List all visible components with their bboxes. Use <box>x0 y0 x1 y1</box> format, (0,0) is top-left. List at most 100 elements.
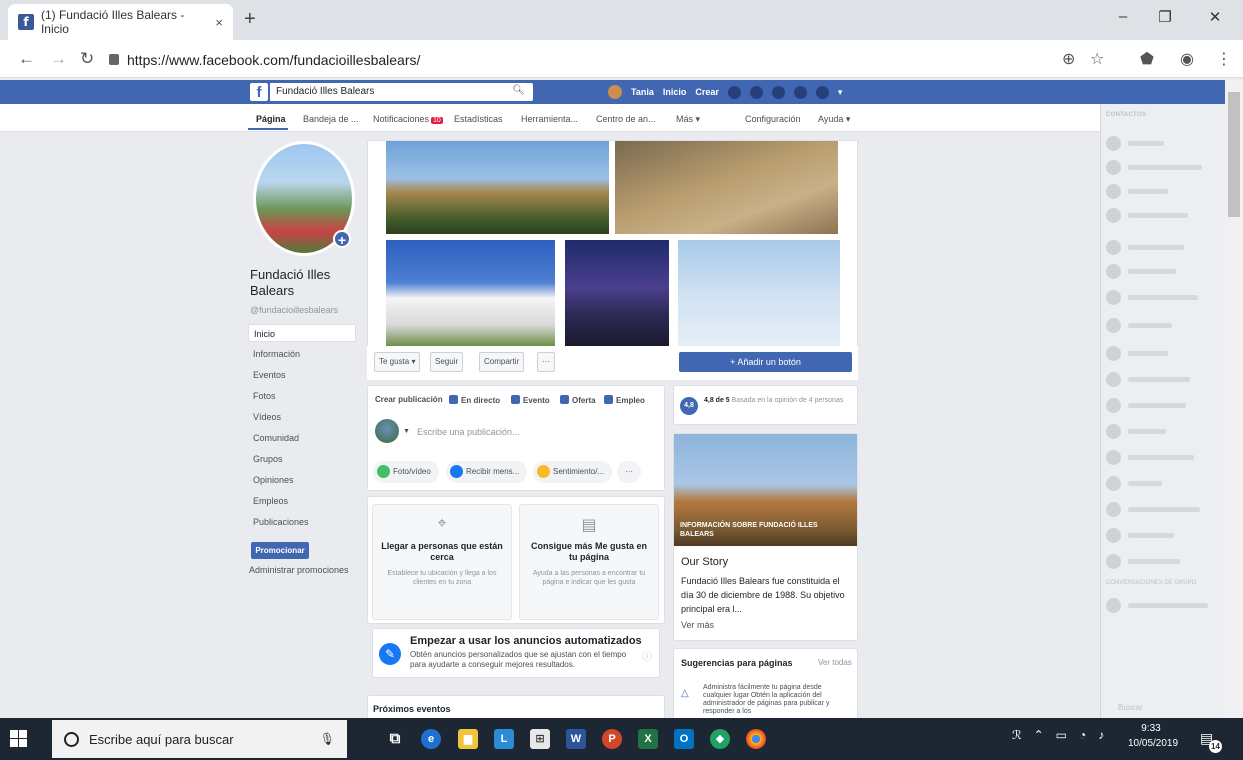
photo-video-button[interactable]: Foto/vídeo <box>373 461 439 483</box>
chat-contact[interactable] <box>1106 424 1216 440</box>
composer-more-button[interactable]: ··· <box>617 461 641 483</box>
quick-help-icon[interactable] <box>793 85 807 99</box>
home-link[interactable]: Inicio <box>663 87 687 97</box>
events-title[interactable]: Próximos eventos <box>373 704 451 714</box>
store-icon[interactable]: ⊞ <box>530 729 550 749</box>
chat-contact[interactable] <box>1106 476 1216 492</box>
user-avatar[interactable] <box>608 85 622 99</box>
tab-close-icon[interactable]: × <box>215 15 223 30</box>
chat-contact[interactable] <box>1106 398 1216 414</box>
chat-group[interactable] <box>1106 598 1216 614</box>
chat-contact[interactable] <box>1106 318 1216 334</box>
left-nav-opiniones[interactable]: Opiniones <box>248 471 356 489</box>
promote-button[interactable]: Promocionar <box>251 542 309 559</box>
subnav-inbox[interactable]: Bandeja de ... <box>303 114 359 124</box>
window-minimize-button[interactable]: – <box>1108 8 1138 25</box>
app-green-icon[interactable]: ◆ <box>710 729 730 749</box>
search-icon[interactable]: 🔍︎ <box>512 85 525 96</box>
see-more-link[interactable]: Ver más <box>681 620 714 630</box>
edge-icon[interactable]: e <box>421 729 441 749</box>
chevron-down-icon[interactable]: ▾ <box>838 87 843 98</box>
subnav-notifications[interactable]: Notificaciones 10 <box>373 114 443 124</box>
wifi-icon[interactable]: ◔ <box>1079 728 1086 742</box>
photo-castle-tower[interactable] <box>386 141 609 234</box>
facebook-search-input[interactable]: Fundació Illes Balears 🔍︎ <box>270 83 533 101</box>
chat-contact[interactable] <box>1106 160 1216 176</box>
help-icon[interactable] <box>815 85 829 99</box>
star-icon[interactable]: ☆ <box>1090 49 1104 69</box>
subnav-statistics[interactable]: Estadísticas <box>454 114 503 124</box>
zoom-icon[interactable]: ⊕ <box>1062 49 1075 69</box>
powerpoint-icon[interactable]: P <box>602 729 622 749</box>
account-icon[interactable]: ◉ <box>1180 49 1194 69</box>
photo-night-column[interactable] <box>565 240 669 346</box>
left-nav-empleos[interactable]: Empleos <box>248 492 356 510</box>
window-close-button[interactable]: ✕ <box>1200 8 1230 26</box>
left-nav-grupos[interactable]: Grupos <box>248 450 356 468</box>
manage-promotions-link[interactable]: Administrar promociones <box>249 565 349 575</box>
chat-contact[interactable] <box>1106 264 1216 280</box>
post-input[interactable]: Escribe una publicación... <box>417 427 520 437</box>
chat-contact[interactable] <box>1106 136 1216 152</box>
follow-button[interactable]: Seguir <box>430 352 464 372</box>
volume-icon[interactable]: ♪ <box>1098 728 1104 742</box>
windows-start-icon[interactable] <box>10 730 27 747</box>
outlook-icon[interactable]: O <box>674 729 694 749</box>
chat-contact[interactable] <box>1106 208 1216 224</box>
left-nav-fotos[interactable]: Fotos <box>248 387 356 405</box>
info-icon[interactable]: ⓘ <box>642 648 652 663</box>
chevron-up-icon[interactable]: ⌃ <box>1034 728 1044 742</box>
left-nav-comunidad[interactable]: Comunidad <box>248 429 356 447</box>
composer-tab-create-post[interactable]: Crear publicación <box>375 395 443 404</box>
photo-windmill[interactable] <box>678 240 840 346</box>
share-button[interactable]: Compartir <box>479 352 525 372</box>
promo-card-likes[interactable]: ▤ Consigue más Me gusta en tu página Ayu… <box>519 504 659 620</box>
facebook-logo-icon[interactable]: f <box>250 83 268 101</box>
messenger-icon[interactable] <box>749 85 763 99</box>
file-explorer-icon[interactable]: ▆ <box>458 729 478 749</box>
people-icon[interactable]: ℛ <box>1012 728 1022 742</box>
page-title[interactable]: Fundació Illes Balears <box>250 267 360 299</box>
left-nav-informacion[interactable]: Información <box>248 345 356 363</box>
chat-contact[interactable] <box>1106 184 1216 200</box>
subnav-more[interactable]: Más ▾ <box>676 114 700 125</box>
reload-icon[interactable]: ↻ <box>80 49 94 69</box>
window-restore-button[interactable]: ❐ <box>1150 8 1180 26</box>
promo-card-local[interactable]: ⌖ Llegar a personas que están cerca Esta… <box>372 504 512 620</box>
subnav-pagina[interactable]: Página <box>256 114 286 124</box>
photo-white-house[interactable] <box>386 240 555 346</box>
composer-tab-event[interactable]: Evento <box>511 395 550 405</box>
url-field[interactable]: https://www.facebook.com/fundacioillesba… <box>103 46 1103 73</box>
composer-tab-job[interactable]: Empleo <box>604 395 645 405</box>
left-nav-videos[interactable]: Vídeos <box>248 408 356 426</box>
photo-courtyard-well[interactable] <box>615 141 838 234</box>
forward-arrow-icon[interactable]: → <box>50 49 67 69</box>
subnav-settings[interactable]: Configuración <box>745 114 801 124</box>
chat-contact[interactable] <box>1106 450 1216 466</box>
chat-contact[interactable] <box>1106 240 1216 256</box>
browser-tab[interactable]: f (1) Fundació Illes Balears - Inicio × <box>8 4 233 40</box>
user-name-link[interactable]: Tania <box>631 87 654 97</box>
left-nav-eventos[interactable]: Eventos <box>248 366 356 384</box>
chat-contact[interactable] <box>1106 372 1216 388</box>
taskbar-search-input[interactable]: Escribe aquí para buscar 🎙︎ <box>52 720 347 758</box>
back-arrow-icon[interactable]: ← <box>18 49 35 69</box>
left-nav-publicaciones[interactable]: Publicaciones <box>248 513 356 531</box>
chrome-icon[interactable] <box>746 729 766 749</box>
page-avatar[interactable] <box>375 419 399 443</box>
story-title[interactable]: Our Story <box>681 556 728 568</box>
subnav-tools[interactable]: Herramienta... <box>521 114 578 124</box>
new-tab-button[interactable]: + <box>244 8 256 31</box>
avatar-dropdown-icon[interactable]: ▼ <box>403 428 410 435</box>
composer-tab-offer[interactable]: Oferta <box>560 395 596 405</box>
word-icon[interactable]: W <box>566 729 586 749</box>
battery-icon[interactable]: ▭ <box>1056 728 1067 742</box>
notifications-icon[interactable] <box>771 85 785 99</box>
subnav-ad-center[interactable]: Centro de an... <box>596 114 656 124</box>
left-nav-inicio[interactable]: Inicio <box>248 324 356 342</box>
chat-contact[interactable] <box>1106 528 1216 544</box>
feeling-button[interactable]: Sentimiento/... <box>533 461 613 483</box>
microphone-icon[interactable]: 🎙︎ <box>320 732 335 746</box>
chat-search-input[interactable]: Buscar <box>1104 700 1222 716</box>
add-button-cta[interactable]: + Añadir un botón <box>679 352 852 372</box>
